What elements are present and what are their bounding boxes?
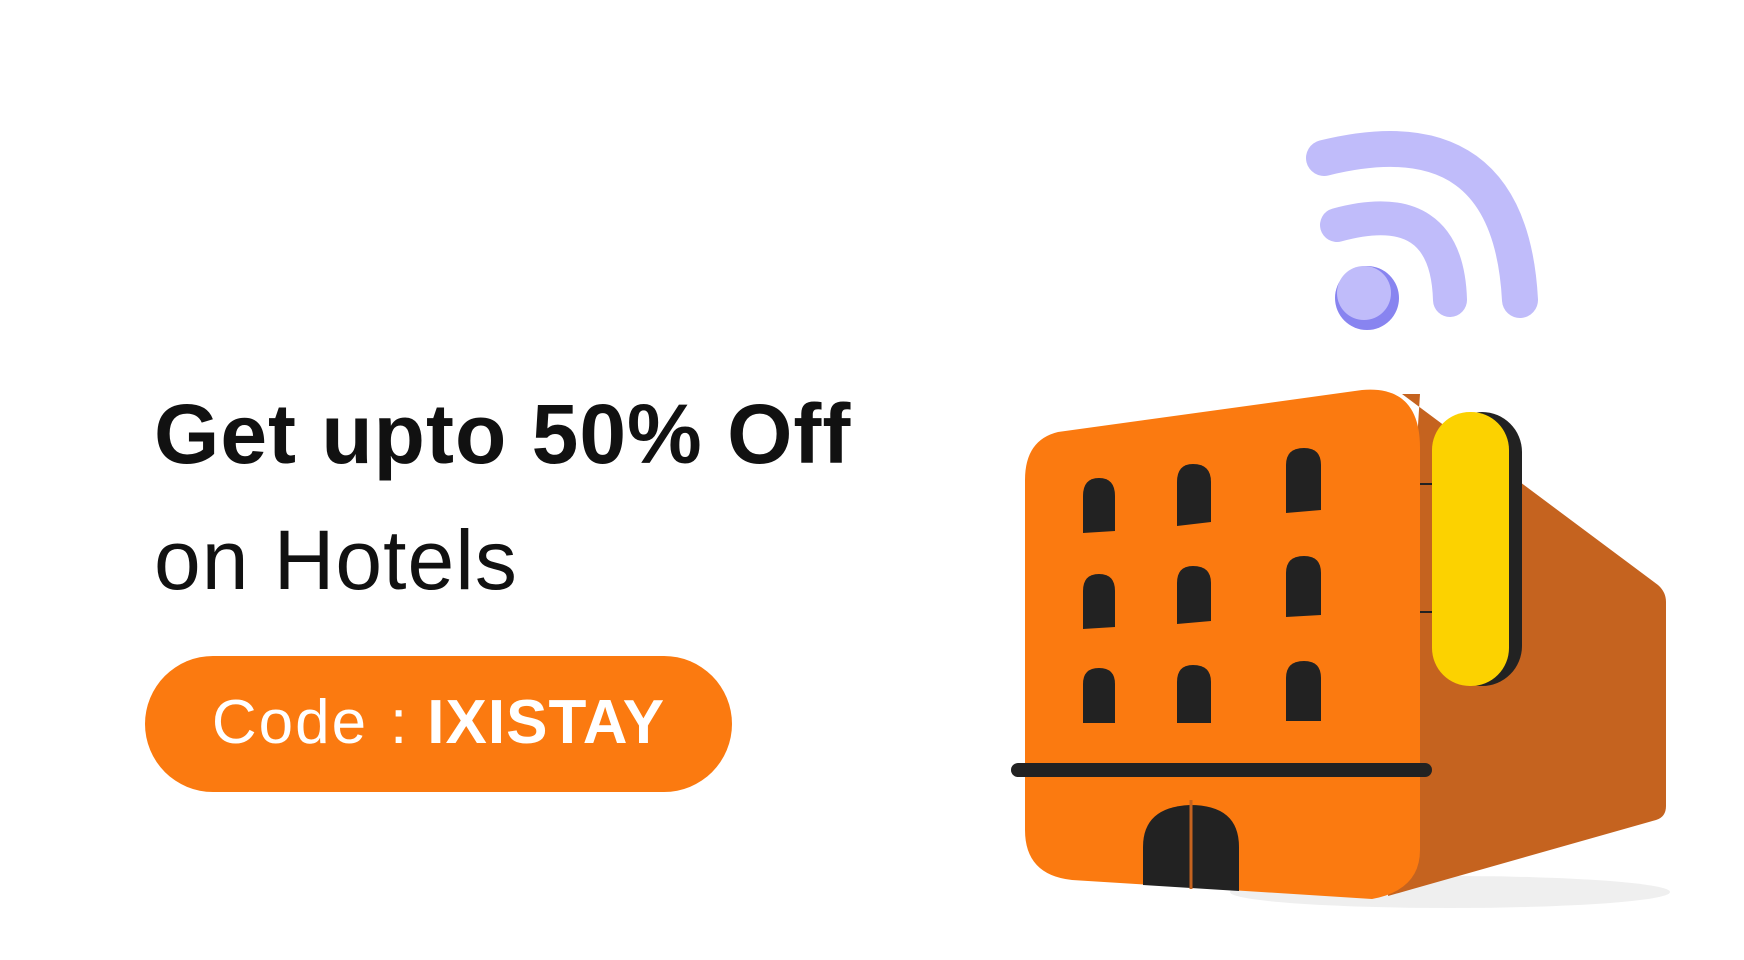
hotel-illustration [1011, 131, 1670, 908]
hotel-offer-banner: Get upto 50% Off on Hotels Code : IXISTA… [0, 0, 1744, 960]
hotel-building-icon [1011, 389, 1670, 908]
wifi-icon [1306, 131, 1538, 330]
